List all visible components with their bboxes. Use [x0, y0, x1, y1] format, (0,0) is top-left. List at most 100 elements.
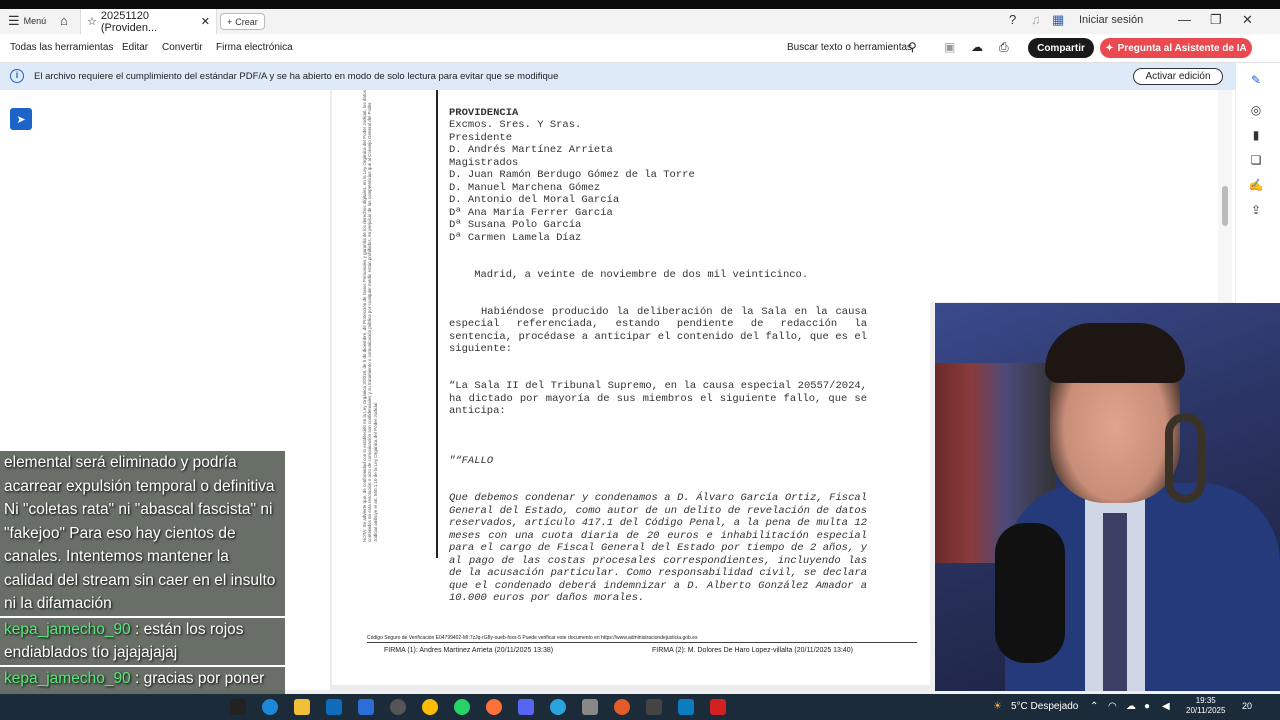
task-view-icon[interactable]: [230, 699, 246, 715]
header-line: PROVIDENCIA: [449, 106, 519, 119]
print-icon[interactable]: ⎙: [999, 40, 1009, 55]
paragraph-deliberation: Habiéndose producido la deliberación de …: [449, 305, 867, 356]
weather-label[interactable]: 5°C Despejado: [1011, 701, 1078, 712]
chrome-icon[interactable]: [422, 699, 438, 715]
menu-button[interactable]: ☰ Menú: [8, 13, 46, 29]
tray-chevron-icon[interactable]: ⌃: [1090, 701, 1098, 712]
tab-title: 20251120 (Providen...: [100, 9, 158, 34]
right-tool-rail: ✎ ◎ ▮ ❏ ✍ ⇪: [1236, 63, 1280, 303]
enable-edit-button[interactable]: Activar edición: [1133, 68, 1223, 85]
footer-line: [367, 642, 917, 643]
header-line: Dª Ana María Ferrer García: [449, 206, 613, 219]
chat-username: kepa_jamecho_90: [4, 620, 131, 638]
taskbar: ☀ 5°C Despejado ⌃ ◠ ☁ ● ◀ 19:35 20/11/202…: [0, 694, 1280, 720]
app5-icon[interactable]: [678, 699, 694, 715]
header-line: D. Juan Ramón Berdugo Gómez de la Torre: [449, 169, 695, 181]
app-icon[interactable]: [358, 699, 374, 715]
search-icon[interactable]: ⚲: [908, 40, 917, 54]
acrobat-icon[interactable]: [710, 699, 726, 715]
signature-2: FIRMA (2): M. Dolores De Haro Lopez-vill…: [652, 647, 854, 654]
convert-button[interactable]: Convertir: [162, 42, 203, 53]
maximize-icon[interactable]: ❐: [1210, 12, 1222, 28]
esign-button[interactable]: Firma electrónica: [216, 42, 293, 53]
close-window-icon[interactable]: ✕: [1242, 12, 1253, 28]
save-icon[interactable]: ▣: [944, 40, 955, 54]
bookmark-icon[interactable]: ▮: [1248, 128, 1264, 144]
cloud-icon[interactable]: ☁: [1126, 701, 1136, 712]
readonly-banner: i El archivo requiere el cumplimiento de…: [0, 63, 1264, 90]
paragraph-sala: “La Sala II del Tribunal Supremo, en la …: [449, 380, 867, 417]
clock-date: 20/11/2025: [1186, 706, 1226, 715]
search-tools-input[interactable]: Buscar texto o herramientas: [787, 42, 912, 53]
sign-icon[interactable]: ✍: [1248, 178, 1264, 194]
app4-icon[interactable]: [646, 699, 662, 715]
header-line: Dª Carmen Lamela Díaz: [449, 231, 582, 244]
telegram-icon[interactable]: [550, 699, 566, 715]
side-legal-note: NOTA: Se advierte que, de conformidad co…: [362, 90, 402, 542]
chat-message: elemental será eliminado y podría acarre…: [0, 451, 285, 616]
scroll-thumb[interactable]: [1222, 186, 1228, 226]
fallo-text: Que debemos condenar y condenamos a D. Á…: [449, 492, 867, 604]
presenter-hair: [1045, 323, 1185, 383]
pages-icon[interactable]: ❏: [1248, 153, 1264, 169]
pdf-page: NOTA: Se advierte que, de conformidad co…: [332, 90, 930, 685]
explorer-icon[interactable]: [294, 699, 310, 715]
header-line: D. Antonio del Moral García: [449, 194, 620, 206]
home-button[interactable]: ⌂: [60, 13, 68, 28]
close-tab-icon[interactable]: ✕: [201, 15, 210, 28]
header-line: D. Andrés Martínez Arrieta: [449, 144, 613, 156]
volume-icon[interactable]: ◀: [1162, 701, 1170, 712]
headphones: [1165, 413, 1205, 503]
header-line: D. Manuel Marchena Gómez: [449, 181, 601, 194]
hamburger-icon: ☰: [8, 13, 20, 28]
comment-icon[interactable]: ◎: [1248, 103, 1264, 119]
all-tools-button[interactable]: Todas las herramientas: [10, 42, 113, 53]
ai-assistant-button[interactable]: ✦ Pregunta al Asistente de IA: [1100, 38, 1252, 58]
discord-icon[interactable]: [518, 699, 534, 715]
whatsapp-icon[interactable]: [454, 699, 470, 715]
sparkle-icon: ✦: [1105, 42, 1114, 54]
mic-icon[interactable]: ●: [1144, 701, 1150, 712]
margin-line: [436, 90, 438, 558]
bell-icon[interactable]: ♫: [1031, 12, 1041, 27]
vertical-scrollbar[interactable]: [1218, 90, 1232, 302]
top-strip: [0, 0, 1280, 9]
app2-icon[interactable]: [582, 699, 598, 715]
app3-icon[interactable]: [614, 699, 630, 715]
obs-icon[interactable]: [390, 699, 406, 715]
title-bar: ☰ Menú ⌂ ☆ 20251120 (Providen... ✕ + Crea…: [0, 9, 1280, 34]
apps-grid-icon[interactable]: ▦: [1052, 12, 1064, 28]
header-line: Magistrados: [449, 156, 519, 169]
upload-cloud-icon[interactable]: ☁: [971, 40, 983, 54]
header-line: Dª Susana Polo García: [449, 219, 582, 231]
new-tab-label: Crear: [235, 16, 258, 27]
signin-link[interactable]: Iniciar sesión: [1079, 14, 1143, 26]
document-tab[interactable]: ☆ 20251120 (Providen... ✕: [80, 9, 217, 34]
edit-pdf-icon[interactable]: ✎: [1248, 73, 1264, 89]
banner-message: El archivo requiere el cumplimiento del …: [34, 71, 559, 82]
ai-assistant-label: Pregunta al Asistente de IA: [1117, 42, 1247, 54]
chat-message: kepa_jamecho_90 : están los rojos endiab…: [0, 617, 285, 665]
new-tab-button[interactable]: + Crear: [220, 13, 265, 30]
minimize-icon[interactable]: —: [1178, 12, 1191, 27]
select-cursor-icon[interactable]: ➤: [10, 108, 32, 130]
plus-icon: +: [227, 16, 233, 27]
outlook-icon[interactable]: [326, 699, 342, 715]
signature-1: FIRMA (1): Andres Martinez Arrieta (20/1…: [384, 647, 554, 654]
header-line: Excmos. Sres. Y Sras.: [449, 119, 582, 131]
share-button[interactable]: Compartir: [1028, 38, 1094, 58]
export-icon[interactable]: ⇪: [1248, 203, 1264, 219]
side-note-text: NOTA: Se advierte que, de conformidad co…: [362, 90, 378, 542]
weather-icon: ☀: [993, 701, 1002, 712]
help-icon[interactable]: ?: [1009, 12, 1016, 27]
firefox-icon[interactable]: [486, 699, 502, 715]
info-icon: i: [10, 69, 24, 83]
edge-icon[interactable]: [262, 699, 278, 715]
wifi-icon[interactable]: ◠: [1108, 701, 1117, 712]
toolbar: Todas las herramientas Editar Convertir …: [0, 34, 1280, 63]
document-text: PROVIDENCIA Excmos. Sres. Y Sras. Presiden…: [449, 94, 867, 630]
chat-username: kepa_jamecho_90: [4, 669, 131, 687]
notification-badge[interactable]: 20: [1242, 701, 1252, 711]
edit-button[interactable]: Editar: [122, 42, 148, 53]
clock[interactable]: 19:35 20/11/2025: [1186, 696, 1225, 716]
